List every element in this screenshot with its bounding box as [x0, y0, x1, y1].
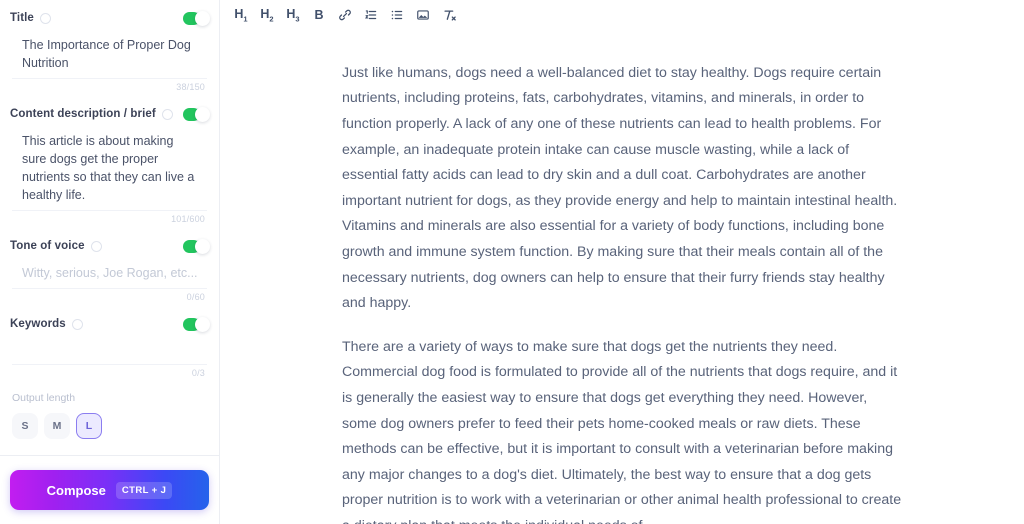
image-icon[interactable] — [410, 2, 436, 28]
heading-1-level: 1 — [243, 14, 248, 24]
info-circle-icon[interactable] — [161, 108, 173, 120]
heading-2-level: 2 — [269, 14, 274, 24]
compose-section: Compose CTRL + J — [0, 458, 219, 524]
editor-pane: H1 H2 H3 B Just like humans, dogs need a… — [220, 0, 1024, 524]
output-length-section: Output length S M L — [0, 382, 219, 439]
field-title-header: Title — [10, 0, 210, 30]
sidebar-fields: Title The Importance of Proper Dog Nutri… — [0, 0, 219, 458]
heading-2-icon[interactable]: H2 — [254, 2, 280, 28]
field-title-label: Title — [10, 12, 34, 24]
field-keywords-toggle[interactable] — [183, 316, 210, 332]
field-keywords-counter: 0/3 — [191, 368, 205, 378]
bullet-list-icon[interactable] — [384, 2, 410, 28]
field-title-input[interactable]: The Importance of Proper Dog Nutrition — [10, 30, 209, 76]
output-length-option-l[interactable]: L — [76, 413, 102, 439]
bold-letter: B — [314, 8, 324, 23]
field-tone-of-voice: Tone of voice Witty, serious, Joe Rogan,… — [0, 228, 219, 306]
heading-3-icon[interactable]: H3 — [280, 2, 306, 28]
field-content-description-input[interactable]: This article is about making sure dogs g… — [10, 126, 209, 208]
field-tone-of-voice-counter: 0/60 — [186, 292, 205, 302]
field-tone-of-voice-header: Tone of voice — [10, 228, 210, 258]
output-length-option-m[interactable]: M — [44, 413, 70, 439]
field-tone-of-voice-label: Tone of voice — [10, 240, 85, 252]
field-content-description-counter: 101/600 — [171, 214, 205, 224]
field-keywords-label: Keywords — [10, 318, 66, 330]
output-length-label: Output length — [12, 392, 76, 404]
ordered-list-icon[interactable] — [358, 2, 384, 28]
editor-paragraph[interactable]: Just like humans, dogs need a well-balan… — [342, 61, 902, 317]
compose-button-label: Compose — [46, 482, 106, 498]
field-title-toggle[interactable] — [183, 10, 210, 26]
field-tone-of-voice-input[interactable]: Witty, serious, Joe Rogan, etc... — [10, 258, 209, 286]
toggle-knob — [195, 10, 210, 26]
compose-button[interactable]: Compose CTRL + J — [10, 470, 209, 510]
editor-toolbar: H1 H2 H3 B — [220, 0, 1024, 31]
field-content-description: Content description / brief This article… — [0, 96, 219, 228]
field-keywords: Keywords 0/3 — [0, 306, 219, 382]
heading-3-level: 3 — [295, 14, 300, 24]
link-icon[interactable] — [332, 2, 358, 28]
field-content-description-label: Content description / brief — [10, 108, 156, 120]
sidebar-divider — [0, 455, 219, 456]
compose-shortcut-badge: CTRL + J — [115, 481, 173, 499]
toggle-knob — [195, 238, 210, 254]
heading-1-icon[interactable]: H1 — [228, 2, 254, 28]
field-content-description-header: Content description / brief — [10, 96, 210, 126]
field-tone-of-voice-toggle[interactable] — [183, 238, 210, 254]
app-root: Title The Importance of Proper Dog Nutri… — [0, 0, 1024, 524]
toggle-knob — [195, 316, 210, 332]
document-body[interactable]: Just like humans, dogs need a well-balan… — [342, 31, 902, 524]
bold-icon[interactable]: B — [306, 2, 332, 28]
editor-paragraph[interactable]: There are a variety of ways to make sure… — [342, 335, 902, 524]
toggle-knob — [195, 106, 210, 122]
clear-formatting-icon[interactable] — [436, 2, 462, 28]
field-content-description-toggle[interactable] — [183, 106, 210, 122]
settings-sidebar: Title The Importance of Proper Dog Nutri… — [0, 0, 220, 524]
info-circle-icon[interactable] — [90, 240, 102, 252]
field-keywords-header: Keywords — [10, 306, 210, 336]
field-title-counter: 38/150 — [176, 82, 205, 92]
editor-scroll-area: Just like humans, dogs need a well-balan… — [220, 31, 1024, 524]
output-length-options: S M L — [12, 413, 207, 439]
output-length-option-s[interactable]: S — [12, 413, 38, 439]
info-circle-icon[interactable] — [39, 12, 51, 24]
field-title: Title The Importance of Proper Dog Nutri… — [0, 0, 219, 96]
info-circle-icon[interactable] — [71, 318, 83, 330]
field-keywords-input[interactable] — [10, 336, 209, 362]
